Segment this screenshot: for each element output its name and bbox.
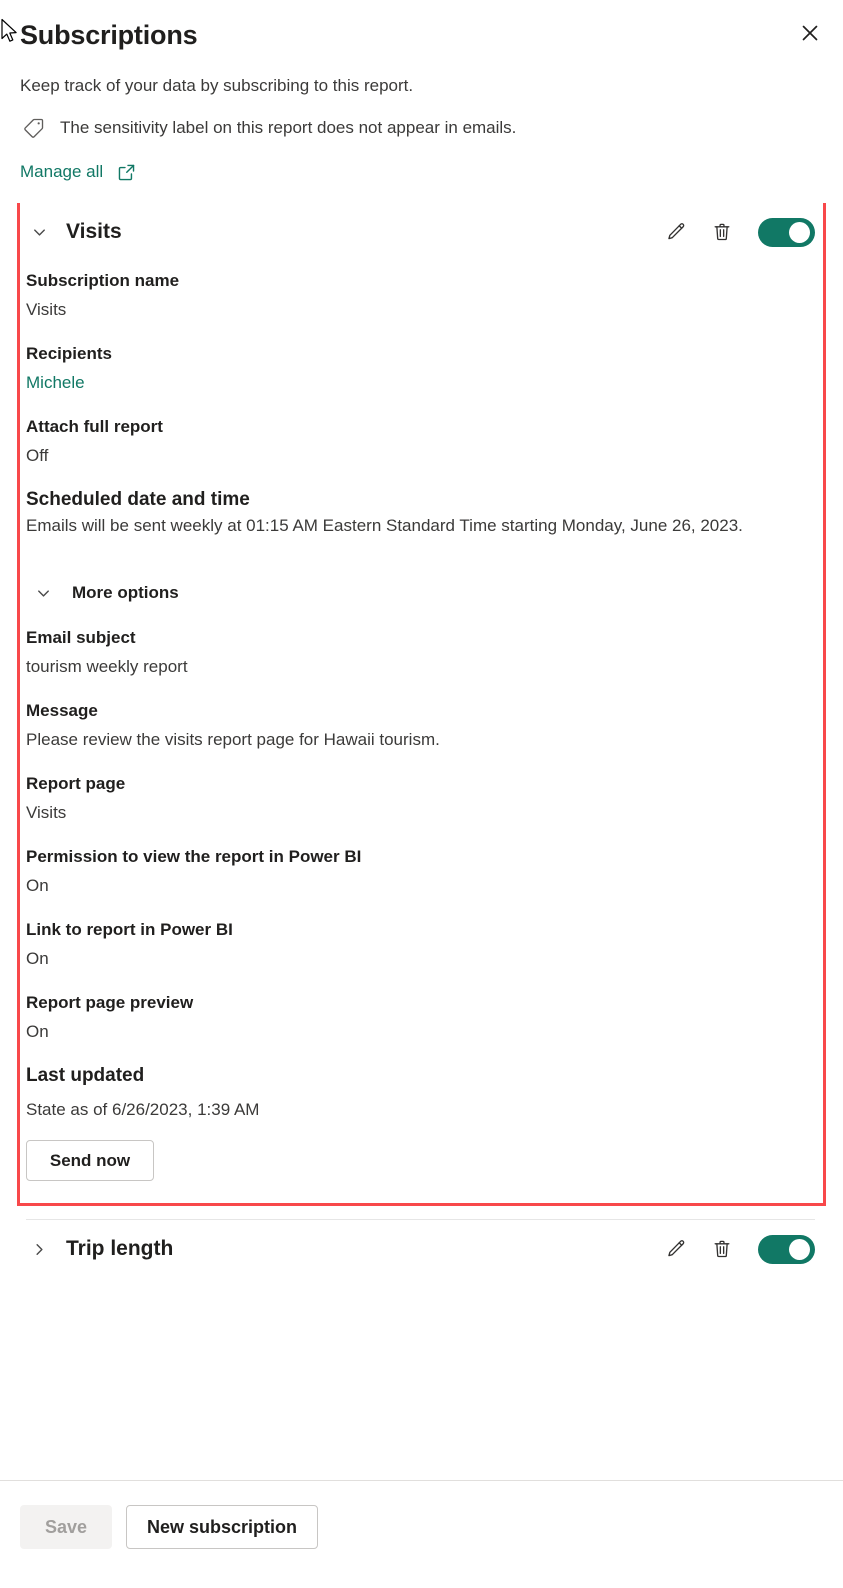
subscription-card-visits: Visits Subscription name Visits Recipien… <box>17 203 826 1206</box>
field-label: Report page <box>26 774 126 793</box>
field-value: Emails will be sent weekly at 01:15 AM E… <box>26 516 743 535</box>
chevron-right-icon[interactable] <box>26 1236 52 1262</box>
field-permission-to-view: Permission to view the report in Power B… <box>26 845 815 898</box>
more-options-label: More options <box>72 583 179 602</box>
pane-footer: Save New subscription <box>0 1480 843 1588</box>
footer-actions: Save New subscription <box>20 1505 823 1549</box>
subscription-actions <box>662 1234 815 1264</box>
pane-subtitle: Keep track of your data by subscribing t… <box>20 76 414 95</box>
send-now-button[interactable]: Send now <box>26 1140 154 1181</box>
field-label: Subscription name <box>26 271 180 290</box>
field-label: Scheduled date and time <box>26 489 250 510</box>
pane-header: Subscriptions Keep track of your data by… <box>0 0 843 183</box>
subscription-header-trip-length[interactable]: Trip length <box>20 1220 823 1278</box>
field-report-page-preview: Report page preview On <box>26 991 815 1044</box>
subscription-title: Trip length <box>66 1237 174 1260</box>
new-subscription-button[interactable]: New subscription <box>126 1505 319 1549</box>
subscription-card-trip-length: Trip length <box>20 1220 823 1278</box>
title-row: Subscriptions <box>20 18 823 52</box>
chevron-down-icon <box>30 580 56 606</box>
field-label: Attach full report <box>26 417 163 436</box>
sensitivity-label-row: The sensitivity label on this report doe… <box>20 115 823 141</box>
field-value: Visits <box>26 300 67 319</box>
subscription-actions <box>662 217 815 247</box>
field-label: Recipients <box>26 344 112 363</box>
field-label: Message <box>26 701 98 720</box>
field-link-to-report: Link to report in Power BI On <box>26 918 815 971</box>
toggle-knob <box>789 221 810 243</box>
subscription-details: Subscription name Visits Recipients Mich… <box>20 261 823 1203</box>
save-button[interactable]: Save <box>20 1505 112 1549</box>
field-message: Message Please review the visits report … <box>26 699 815 752</box>
chevron-down-icon[interactable] <box>26 219 52 245</box>
manage-all-label: Manage all <box>20 162 104 181</box>
field-value: Visits <box>26 803 67 822</box>
pencil-icon[interactable] <box>662 218 690 246</box>
subscription-toggle[interactable] <box>758 217 815 247</box>
subscription-title: Visits <box>66 220 122 243</box>
external-link-icon <box>117 163 136 182</box>
field-label: Email subject <box>26 628 136 647</box>
trash-icon[interactable] <box>708 1235 736 1263</box>
manage-all-link[interactable]: Manage all <box>20 161 136 183</box>
field-value: tourism weekly report <box>26 657 188 676</box>
subscription-header-visits[interactable]: Visits <box>20 203 823 261</box>
toggle-knob <box>789 1238 810 1260</box>
field-value: Off <box>26 446 49 465</box>
field-email-subject: Email subject tourism weekly report <box>26 626 815 679</box>
trash-icon[interactable] <box>708 218 736 246</box>
field-value: Please review the visits report page for… <box>26 730 440 749</box>
subscriptions-list: Visits Subscription name Visits Recipien… <box>0 203 843 1480</box>
field-attach-full-report: Attach full report Off <box>26 415 815 468</box>
field-recipients: Recipients Michele <box>26 342 815 395</box>
field-scheduled-date-time: Scheduled date and time Emails will be s… <box>26 488 815 538</box>
field-label: Link to report in Power BI <box>26 920 233 939</box>
close-icon[interactable] <box>793 16 827 50</box>
field-value: State as of 6/26/2023, 1:39 AM <box>26 1100 260 1119</box>
more-options-toggle[interactable]: More options <box>30 580 179 606</box>
subscriptions-pane: Subscriptions Keep track of your data by… <box>0 0 843 1588</box>
field-value: On <box>26 949 49 968</box>
field-label: Last updated <box>26 1065 145 1086</box>
sensitivity-note: The sensitivity label on this report doe… <box>60 118 517 137</box>
page-title: Subscriptions <box>20 20 198 50</box>
pencil-icon[interactable] <box>662 1235 690 1263</box>
field-last-updated: Last updated State as of 6/26/2023, 1:39… <box>26 1064 815 1181</box>
field-value: On <box>26 876 49 895</box>
field-value: On <box>26 1022 49 1041</box>
subscription-toggle[interactable] <box>758 1234 815 1264</box>
field-label: Report page preview <box>26 993 194 1012</box>
field-label: Permission to view the report in Power B… <box>26 847 362 866</box>
field-subscription-name: Subscription name Visits <box>26 269 815 322</box>
recipient-chip[interactable]: Michele <box>26 371 85 395</box>
tag-icon <box>20 115 46 141</box>
field-report-page: Report page Visits <box>26 772 815 825</box>
